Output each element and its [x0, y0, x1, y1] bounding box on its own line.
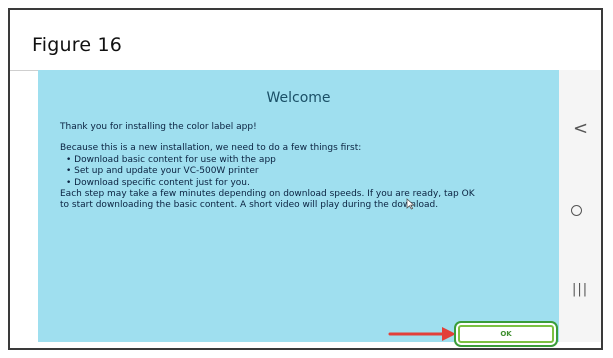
mouse-cursor-icon	[406, 198, 416, 210]
ok-button[interactable]: OK	[458, 325, 554, 343]
intro-text: Thank you for installing the color label…	[60, 122, 257, 132]
figure-header: Figure 16	[10, 10, 601, 71]
bullet-item: • Set up and update your VC-500W printer	[66, 166, 259, 177]
welcome-message: Thank you for installing the color label…	[60, 122, 550, 212]
back-icon[interactable]: <	[573, 118, 588, 139]
note-text-line-1: Each step may take a few minutes dependi…	[60, 189, 475, 200]
app-screen: Welcome Thank you for installing the col…	[38, 70, 559, 343]
note-text-line-2: to start downloading the basic content. …	[60, 200, 439, 211]
lead-text: Because this is a new installation, we n…	[60, 143, 362, 154]
bullet-item: • Download basic content for use with th…	[66, 154, 276, 165]
figure-frame: Figure 16 Welcome Thank you for installi…	[8, 8, 603, 350]
red-arrow-icon	[388, 327, 456, 341]
home-icon[interactable]	[571, 205, 582, 216]
recent-apps-icon[interactable]: |||	[572, 282, 588, 297]
bullet-item: • Download specific content just for you…	[66, 177, 250, 188]
android-nav-bar: < |||	[559, 70, 601, 342]
welcome-title: Welcome	[266, 90, 331, 106]
figure-title: Figure 16	[32, 34, 123, 56]
